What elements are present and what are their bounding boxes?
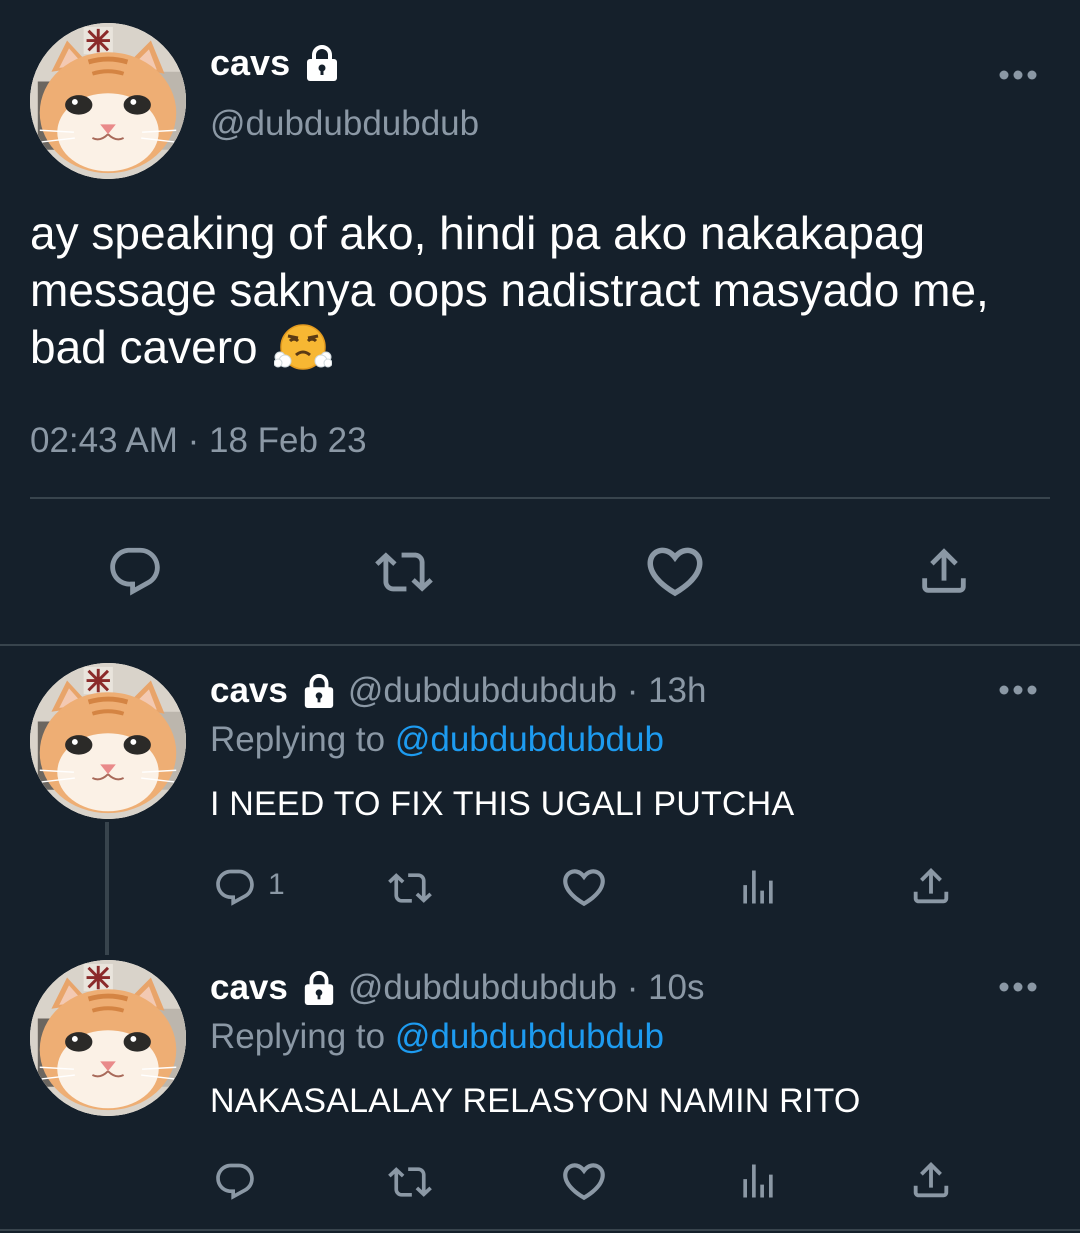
- reply-text: I NEED TO FIX THIS UGALI PUTCHA: [210, 785, 795, 823]
- reply-header: cavs @dubdubdubdub · 13h: [210, 671, 707, 711]
- avatar[interactable]: [30, 960, 186, 1116]
- reply-text: NAKASALALAY RELASYON NAMIN RITO: [210, 1082, 861, 1120]
- lock-icon: [302, 673, 336, 709]
- replying-to: Replying to @dubdubdubdub: [210, 1017, 664, 1057]
- replying-to: Replying to @dubdubdubdub: [210, 720, 664, 760]
- reply-icon[interactable]: [106, 543, 164, 601]
- lock-icon: [304, 44, 340, 82]
- tweet-text: ay speaking of ako, hindi pa ako nakakap…: [30, 205, 1060, 376]
- divider: [0, 1229, 1080, 1231]
- share-icon[interactable]: [908, 862, 954, 910]
- reply-display-name[interactable]: cavs: [210, 968, 288, 1008]
- reply-count: 1: [268, 868, 285, 901]
- replying-to-label: Replying to: [210, 1017, 386, 1056]
- tweet-text-line: bad cavero: [30, 319, 1060, 376]
- divider: [30, 497, 1050, 499]
- tweet-timestamp[interactable]: 02:43 AM · 18 Feb 23: [30, 421, 367, 461]
- tweet-text-line: message saknya oops nadistract masyado m…: [30, 264, 989, 316]
- tweet-text-line: ay speaking of ako, hindi pa ako nakakap…: [30, 207, 926, 259]
- reply-icon[interactable]: [213, 866, 257, 910]
- author-display-name[interactable]: cavs: [210, 42, 290, 84]
- retweet-icon[interactable]: [370, 543, 438, 601]
- lock-icon: [302, 970, 336, 1006]
- thread-connector: [105, 822, 109, 955]
- face-with-steam-from-nose-emoji: [274, 321, 332, 373]
- reply-header: cavs @dubdubdubdub · 10s: [210, 968, 705, 1008]
- retweet-icon[interactable]: [384, 866, 436, 910]
- share-icon[interactable]: [915, 540, 973, 602]
- more-options-icon[interactable]: [998, 683, 1038, 697]
- divider: [0, 644, 1080, 646]
- share-icon[interactable]: [908, 1156, 954, 1204]
- replying-to-mention[interactable]: @dubdubdubdub: [395, 1017, 664, 1056]
- avatar[interactable]: [30, 23, 186, 179]
- replying-to-mention[interactable]: @dubdubdubdub: [395, 720, 664, 759]
- replying-to-label: Replying to: [210, 720, 386, 759]
- like-icon[interactable]: [558, 1156, 610, 1206]
- author-name-row: cavs: [210, 42, 340, 84]
- reply-icon[interactable]: [213, 1160, 257, 1204]
- like-icon[interactable]: [558, 862, 610, 912]
- more-options-icon[interactable]: [998, 68, 1038, 82]
- views-icon[interactable]: [736, 1158, 780, 1204]
- avatar[interactable]: [30, 663, 186, 819]
- like-icon[interactable]: [640, 538, 710, 604]
- retweet-icon[interactable]: [384, 1160, 436, 1204]
- reply-handle-time[interactable]: @dubdubdubdub · 10s: [348, 968, 705, 1008]
- reply-handle-time[interactable]: @dubdubdubdub · 13h: [348, 671, 707, 711]
- reply-display-name[interactable]: cavs: [210, 671, 288, 711]
- more-options-icon[interactable]: [998, 980, 1038, 994]
- tweet-text-line-content: bad cavero: [30, 321, 258, 373]
- views-icon[interactable]: [736, 864, 780, 910]
- author-handle[interactable]: @dubdubdubdub: [210, 104, 479, 144]
